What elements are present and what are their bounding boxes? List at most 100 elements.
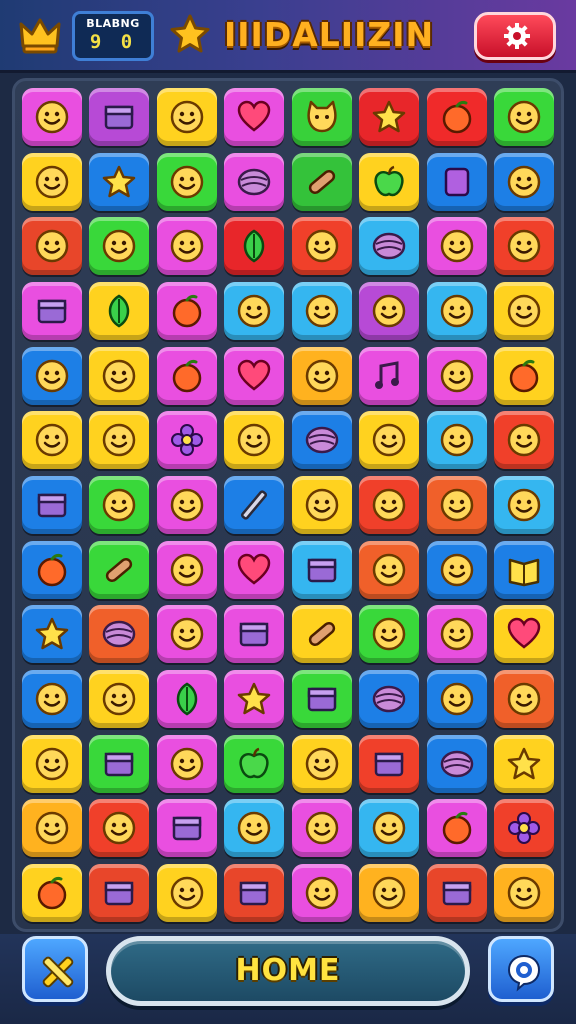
board-tile[interactable] [22,217,82,276]
board-tile[interactable] [156,864,217,922]
board-tile[interactable] [426,152,487,211]
board-tile[interactable] [494,864,554,922]
board-tile[interactable] [89,88,150,146]
home-button[interactable]: HOME [106,936,470,1006]
board-tile[interactable] [89,864,150,922]
board-tile[interactable] [494,346,554,405]
board-tile[interactable] [494,88,554,146]
board-tile[interactable] [494,605,554,664]
board-tile[interactable] [494,476,554,534]
board-tile[interactable] [291,864,352,922]
board-tile[interactable] [224,605,285,664]
board-tile[interactable] [224,670,285,728]
board-tile[interactable] [156,217,217,276]
board-tile[interactable] [291,88,352,146]
board-tile[interactable] [156,540,217,599]
board-tile[interactable] [224,282,285,340]
board-tile[interactable] [291,540,352,599]
board-tile[interactable] [426,411,487,470]
board-tile[interactable] [426,476,487,534]
board-tile[interactable] [224,476,285,534]
board-tile[interactable] [291,282,352,340]
board-tile[interactable] [224,411,285,470]
board-tile[interactable] [156,799,217,858]
board-tile[interactable] [426,799,487,858]
board-tile[interactable] [156,346,217,405]
board-tile[interactable] [494,152,554,211]
board-tile[interactable] [22,411,82,470]
board-tile[interactable] [22,476,82,534]
board-tile[interactable] [156,734,217,793]
board-tile[interactable] [22,88,82,146]
board-tile[interactable] [359,476,420,534]
board-tile[interactable] [291,476,352,534]
tools-button[interactable] [22,936,88,1002]
board-tile[interactable] [22,734,82,793]
board-tile[interactable] [89,670,150,728]
board-tile[interactable] [224,734,285,793]
board-tile[interactable] [22,670,82,728]
board-tile[interactable] [359,734,420,793]
board-tile[interactable] [359,152,420,211]
board-tile[interactable] [156,605,217,664]
board-tile[interactable] [89,734,150,793]
board-tile[interactable] [89,605,150,664]
board-tile[interactable] [494,734,554,793]
board-tile[interactable] [359,799,420,858]
board-tile[interactable] [359,282,420,340]
board-tile[interactable] [494,799,554,858]
board-tile[interactable] [156,88,217,146]
board-tile[interactable] [426,282,487,340]
board-tile[interactable] [359,670,420,728]
board-tile[interactable] [291,799,352,858]
board-tile[interactable] [426,540,487,599]
board-tile[interactable] [359,411,420,470]
board-tile[interactable] [291,346,352,405]
board-tile[interactable] [22,346,82,405]
board-tile[interactable] [156,476,217,534]
board-tile[interactable] [426,734,487,793]
board-tile[interactable] [89,411,150,470]
board-tile[interactable] [22,540,82,599]
board-tile[interactable] [291,152,352,211]
board-tile[interactable] [426,864,487,922]
board-tile[interactable] [426,605,487,664]
board-tile[interactable] [291,670,352,728]
board-tile[interactable] [359,88,420,146]
board-tile[interactable] [426,670,487,728]
board-tile[interactable] [359,540,420,599]
board-tile[interactable] [89,152,150,211]
board-tile[interactable] [426,217,487,276]
board-tile[interactable] [224,864,285,922]
board-tile[interactable] [359,346,420,405]
board-tile[interactable] [224,217,285,276]
board-tile[interactable] [224,799,285,858]
board-tile[interactable] [291,734,352,793]
board-tile[interactable] [494,540,554,599]
board-tile[interactable] [224,152,285,211]
settings-button[interactable] [474,12,556,60]
board-tile[interactable] [291,605,352,664]
board-tile[interactable] [89,476,150,534]
board-tile[interactable] [224,346,285,405]
board-tile[interactable] [89,282,150,340]
board-tile[interactable] [224,540,285,599]
board-tile[interactable] [291,411,352,470]
board-tile[interactable] [494,411,554,470]
board-tile[interactable] [426,346,487,405]
board-tile[interactable] [22,799,82,858]
board-tile[interactable] [89,799,150,858]
board-tile[interactable] [156,411,217,470]
board-tile[interactable] [291,217,352,276]
board-tile[interactable] [359,605,420,664]
board-tile[interactable] [22,864,82,922]
board-tile[interactable] [22,282,82,340]
board-tile[interactable] [426,88,487,146]
board-tile[interactable] [156,670,217,728]
board-tile[interactable] [224,88,285,146]
board-tile[interactable] [89,217,150,276]
board-tile[interactable] [494,282,554,340]
board-tile[interactable] [22,605,82,664]
hint-button[interactable] [488,936,554,1002]
board-tile[interactable] [89,346,150,405]
